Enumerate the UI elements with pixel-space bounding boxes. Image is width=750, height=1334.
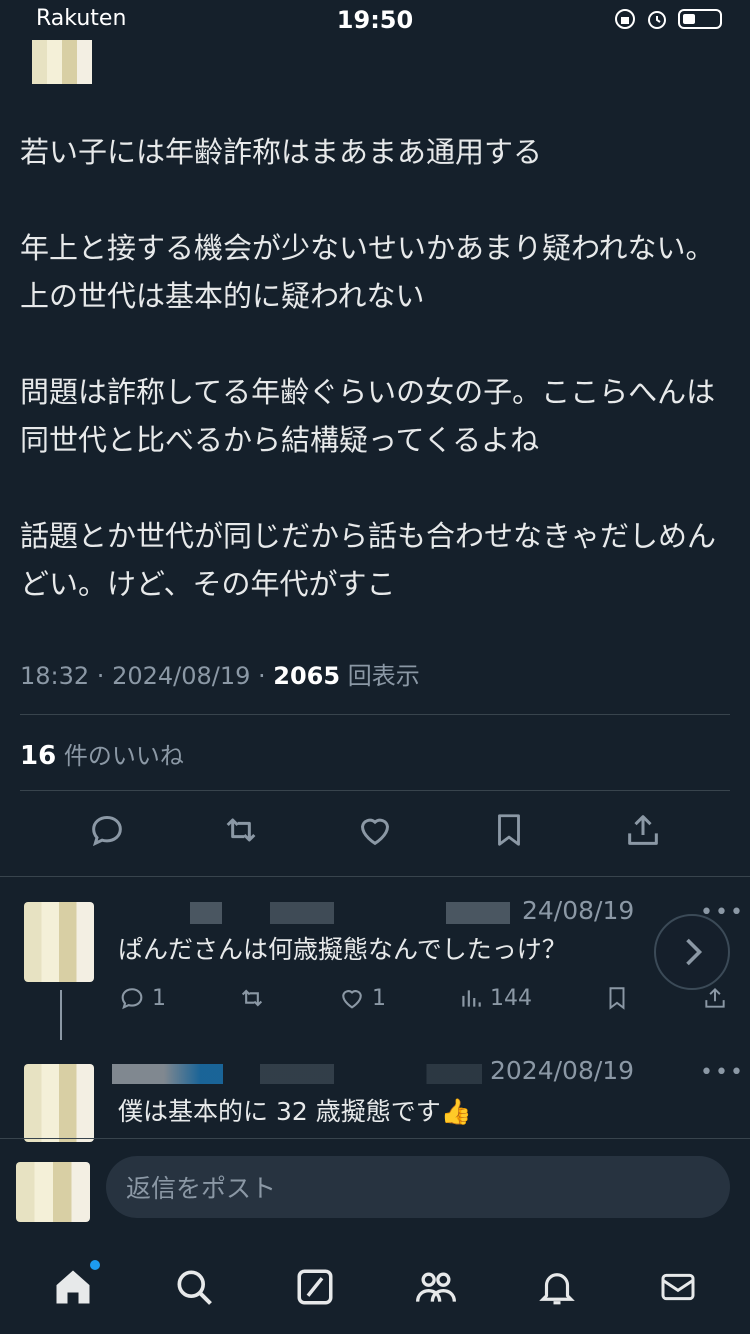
author-avatar[interactable]	[32, 40, 92, 84]
reply-reply-button[interactable]: 1	[118, 984, 166, 1012]
retweet-icon	[241, 989, 263, 1007]
tweet-paragraph: 若い子には年齢詐称はまあまあ通用する	[20, 135, 543, 169]
likes-count: 16	[20, 741, 57, 771]
retweet-icon	[226, 818, 256, 842]
likes-label: 件のいいね	[63, 742, 184, 770]
nav-messages[interactable]	[653, 1262, 703, 1312]
battery-icon	[678, 9, 722, 29]
heart-icon	[342, 990, 362, 1009]
analytics-icon	[462, 990, 481, 1007]
retweet-button[interactable]	[219, 808, 263, 852]
tweet-paragraph: 問題は詐称してる年齢ぐらいの女の子。ここらへんは同世代と比べるから結構疑ってくる…	[20, 375, 716, 457]
reply-avatar[interactable]	[24, 1064, 94, 1142]
divider	[0, 1138, 750, 1139]
share-icon	[628, 815, 658, 845]
reply-like-button[interactable]: 1	[338, 984, 386, 1012]
reply-text: 僕は基本的に 32 歳擬態です👍	[118, 1097, 472, 1126]
mail-icon	[661, 1273, 694, 1301]
reply-bookmark-button[interactable]	[604, 984, 630, 1012]
heart-icon	[360, 818, 390, 846]
reply-more-icon[interactable]: •••	[700, 1060, 745, 1085]
views-label: 回表示	[347, 662, 420, 690]
share-icon	[705, 987, 725, 1008]
reply-date: 2024/08/19	[490, 1056, 635, 1085]
bookmark-icon	[609, 987, 625, 1010]
notification-dot	[89, 1260, 100, 1270]
reply-avatar[interactable]	[24, 902, 94, 982]
nav-notifications[interactable]	[532, 1262, 582, 1312]
reply-input[interactable]: 返信をポスト	[106, 1156, 730, 1218]
reply-date: 24/08/19	[522, 896, 635, 925]
bookmark-button[interactable]	[487, 808, 531, 852]
nav-search[interactable]	[169, 1262, 219, 1312]
reply-author-name[interactable]	[112, 1064, 482, 1084]
search-icon	[177, 1270, 212, 1305]
grok-icon	[297, 1269, 332, 1305]
divider	[0, 876, 750, 877]
like-button[interactable]	[353, 808, 397, 852]
bottom-nav	[0, 1240, 750, 1334]
reply-retweet-button[interactable]	[238, 984, 266, 1012]
reply-views[interactable]: 144	[458, 984, 532, 1012]
communities-icon	[415, 1272, 456, 1302]
reply-author-name[interactable]	[190, 902, 510, 924]
home-icon	[56, 1270, 89, 1304]
orientation-lock-icon	[615, 9, 635, 29]
reply-button[interactable]	[85, 808, 129, 852]
thread-line	[60, 990, 62, 1040]
comment-icon	[92, 815, 122, 847]
tweet-meta: 18:32 · 2024/08/19 · 2065 回表示	[20, 662, 420, 690]
reply-stats: 1 1 144	[118, 984, 728, 1012]
chevron-right-icon	[686, 938, 703, 966]
comment-icon	[121, 988, 143, 1010]
bell-icon	[538, 1273, 575, 1305]
tweet-date: 2024/08/19	[112, 662, 251, 690]
likes-summary[interactable]: 16 件のいいね	[20, 736, 184, 771]
reply-share-button[interactable]	[702, 984, 728, 1012]
reply-text: ぱんださんは何歳擬態なんでしたっけ？	[118, 935, 567, 964]
status-icons	[614, 8, 722, 30]
reply-replies-count: 1	[152, 985, 166, 1011]
divider	[20, 790, 730, 791]
tweet-text: 若い子には年齢詐称はまあまあ通用する 年上と接する機会が少ないせいかあまり疑われ…	[20, 128, 720, 656]
user-avatar[interactable]	[16, 1162, 90, 1222]
divider	[20, 714, 730, 715]
tweet-actions	[0, 808, 750, 852]
reply-likes-count: 1	[372, 985, 386, 1011]
nav-communities[interactable]	[411, 1262, 461, 1312]
reply-views-count: 144	[490, 985, 532, 1011]
next-button[interactable]	[654, 914, 730, 990]
tweet-time: 18:32	[20, 662, 90, 690]
tweet-paragraph: 年上と接する機会が少ないせいかあまり疑われない。上の世代は基本的に疑われない	[20, 231, 715, 313]
reply-input-placeholder: 返信をポスト	[126, 1174, 277, 1203]
share-button[interactable]	[621, 808, 665, 852]
nav-home[interactable]	[48, 1260, 100, 1312]
nav-grok[interactable]	[290, 1262, 340, 1312]
bookmark-icon	[498, 814, 520, 846]
alarm-icon	[648, 11, 666, 29]
views-count: 2065	[273, 662, 341, 690]
tweet-paragraph: 話題とか世代が同じだから話も合わせなきゃだしめんどい。けど、その年代がすこ	[20, 519, 717, 601]
